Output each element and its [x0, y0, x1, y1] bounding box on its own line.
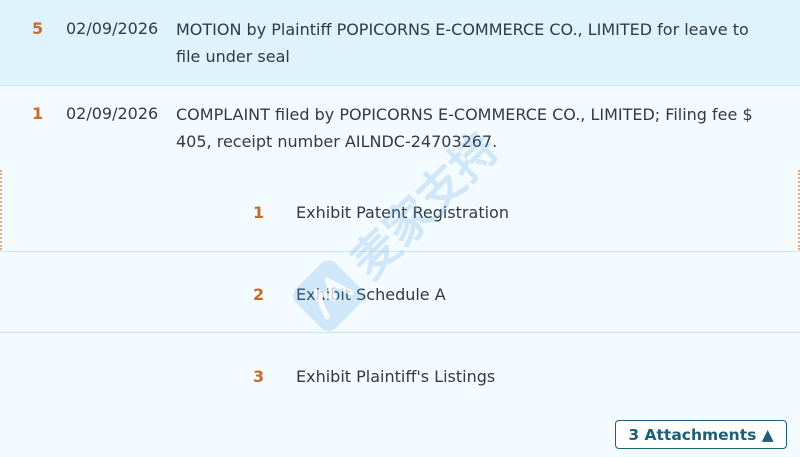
attachment-label[interactable]: Exhibit Schedule A: [296, 285, 446, 304]
entry-date: 02/09/2026: [66, 104, 159, 123]
attachments-toggle-button[interactable]: 3 Attachments ▲: [615, 420, 787, 449]
docket-entry-row: 1 02/09/2026 COMPLAINT filed by POPICORN…: [0, 86, 800, 171]
attachment-label[interactable]: Exhibit Plaintiff's Listings: [296, 367, 495, 386]
entry-description: MOTION by Plaintiff POPICORNS E-COMMERCE…: [176, 20, 749, 66]
attachment-label[interactable]: Exhibit Patent Registration: [296, 203, 509, 222]
attachment-number: 2: [253, 285, 265, 304]
entry-date: 02/09/2026: [66, 19, 159, 38]
entry-number: 5: [32, 19, 44, 38]
docket-entry-row: 5 02/09/2026 MOTION by Plaintiff POPICOR…: [0, 0, 800, 86]
entry-number: 1: [32, 104, 44, 123]
attachment-number: 3: [253, 367, 265, 386]
attachment-row[interactable]: 2 Exhibit Schedule A: [0, 251, 800, 332]
focus-outline-left: [0, 170, 2, 250]
attachment-number: 1: [253, 203, 265, 222]
attachment-row[interactable]: 1 Exhibit Patent Registration: [0, 170, 800, 251]
entry-description: COMPLAINT filed by POPICORNS E-COMMERCE …: [176, 105, 753, 151]
